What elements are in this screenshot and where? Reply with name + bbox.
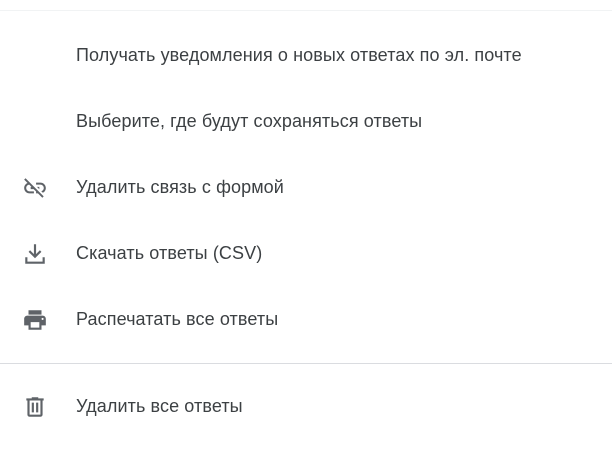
link-off-icon [22,175,48,201]
menu-item-delete-all[interactable]: Удалить все ответы [0,378,612,434]
responses-options-menu: Получать уведомления о новых ответах по … [0,0,612,451]
menu-item-email-notifications[interactable]: Получать уведомления о новых ответах по … [0,27,612,83]
trash-icon [22,394,48,420]
menu-item-print-all[interactable]: Распечатать все ответы [0,291,612,347]
print-icon [22,307,48,333]
menu-item-label: Получать уведомления о новых ответах по … [76,45,522,65]
download-icon [22,241,48,267]
menu-item-select-destination[interactable]: Выберите, где будут сохраняться ответы [0,93,612,149]
menu-item-label: Скачать ответы (CSV) [76,243,263,263]
menu-item-label: Удалить все ответы [76,396,243,416]
menu-item-label: Удалить связь с формой [76,177,284,197]
top-divider [0,10,612,11]
menu-divider [0,363,612,364]
menu-item-label: Распечатать все ответы [76,309,279,329]
menu-item-label: Выберите, где будут сохраняться ответы [76,111,423,131]
menu-item-download-csv[interactable]: Скачать ответы (CSV) [0,225,612,281]
menu-item-unlink-form[interactable]: Удалить связь с формой [0,159,612,215]
